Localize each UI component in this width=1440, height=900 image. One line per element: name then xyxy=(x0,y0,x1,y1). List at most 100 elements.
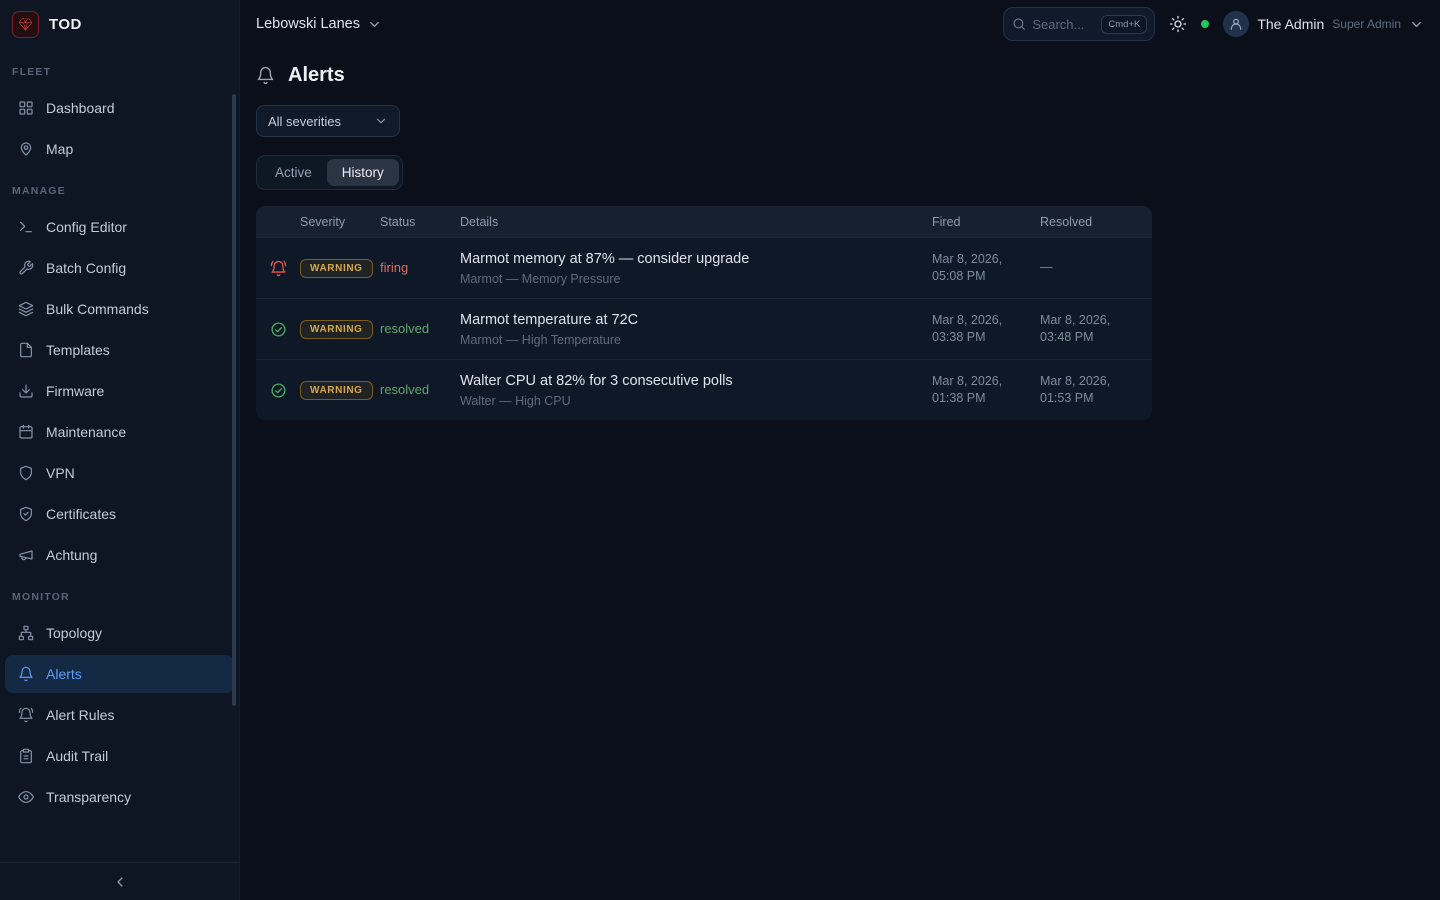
sidebar-nav: FLEET Dashboard Map MANAGE Config Editor… xyxy=(0,48,239,862)
user-name: The Admin xyxy=(1257,16,1324,32)
table-row[interactable]: WARNING resolved Marmot temperature at 7… xyxy=(256,298,1152,359)
app-logo: TOD xyxy=(0,0,239,48)
section-label-fleet: FLEET xyxy=(0,52,239,86)
severity-filter-select[interactable]: All severities xyxy=(256,105,400,137)
avatar xyxy=(1223,11,1249,37)
layers-icon xyxy=(18,301,34,317)
chevron-down-icon xyxy=(367,17,382,32)
sidebar-item-label: Config Editor xyxy=(46,219,127,235)
search-icon xyxy=(1012,17,1026,31)
column-header-resolved: Resolved xyxy=(1040,215,1152,229)
resolved-time: Mar 8, 2026, 03:48 PM xyxy=(1040,312,1152,347)
sidebar-item-label: Alerts xyxy=(46,666,82,682)
sidebar-item-templates[interactable]: Templates xyxy=(5,331,234,369)
user-icon xyxy=(1229,17,1243,31)
sidebar-item-bulk-commands[interactable]: Bulk Commands xyxy=(5,290,234,328)
bell-icon xyxy=(18,666,34,682)
alerts-page: Alerts All severities Active History Sev… xyxy=(240,48,1440,436)
topbar: Lebowski Lanes Cmd+K The Admin Super Adm… xyxy=(240,0,1440,48)
bell-alert-icon xyxy=(256,260,300,277)
sidebar-collapse-button[interactable] xyxy=(0,862,239,900)
severity-badge: WARNING xyxy=(300,381,373,400)
chevron-left-icon xyxy=(112,874,128,890)
sidebar-item-batch-config[interactable]: Batch Config xyxy=(5,249,234,287)
sidebar-scrollbar[interactable] xyxy=(232,94,236,706)
network-icon xyxy=(18,625,34,641)
sidebar-item-topology[interactable]: Topology xyxy=(5,614,234,652)
table-row[interactable]: WARNING firing Marmot memory at 87% — co… xyxy=(256,237,1152,298)
severity-badge: WARNING xyxy=(300,259,373,278)
sidebar-item-certificates[interactable]: Certificates xyxy=(5,495,234,533)
bell-icon xyxy=(256,66,275,85)
sidebar-item-label: VPN xyxy=(46,465,75,481)
alerts-tab-group: Active History xyxy=(256,155,403,190)
wrench-icon xyxy=(18,260,34,276)
file-icon xyxy=(18,342,34,358)
sidebar-item-label: Alert Rules xyxy=(46,707,114,723)
user-menu[interactable]: The Admin Super Admin xyxy=(1223,11,1424,37)
section-label-monitor: MONITOR xyxy=(0,577,239,611)
sidebar-item-transparency[interactable]: Transparency xyxy=(5,778,234,816)
sidebar-item-vpn[interactable]: VPN xyxy=(5,454,234,492)
severity-filter-value: All severities xyxy=(268,114,341,129)
shield-check-icon xyxy=(18,506,34,522)
column-header-fired: Fired xyxy=(932,215,1040,229)
user-role: Super Admin xyxy=(1332,17,1401,31)
sidebar-item-label: Batch Config xyxy=(46,260,126,276)
search-box[interactable]: Cmd+K xyxy=(1003,7,1155,41)
sidebar-item-label: Firmware xyxy=(46,383,104,399)
sidebar-item-audit-trail[interactable]: Audit Trail xyxy=(5,737,234,775)
sidebar-item-label: Maintenance xyxy=(46,424,126,440)
chevron-down-icon xyxy=(374,114,388,128)
alert-subtitle: Walter — High CPU xyxy=(460,394,916,408)
sidebar-item-label: Transparency xyxy=(46,789,131,805)
sidebar-item-dashboard[interactable]: Dashboard xyxy=(5,89,234,127)
sidebar-item-label: Dashboard xyxy=(46,100,115,116)
calendar-icon xyxy=(18,424,34,440)
sidebar-item-config-editor[interactable]: Config Editor xyxy=(5,208,234,246)
grid-icon xyxy=(18,100,34,116)
status-text: firing xyxy=(380,260,408,275)
search-input[interactable] xyxy=(1032,17,1094,32)
sidebar-item-firmware[interactable]: Firmware xyxy=(5,372,234,410)
severity-badge: WARNING xyxy=(300,320,373,339)
fired-time: Mar 8, 2026, 01:38 PM xyxy=(932,373,1040,408)
resolved-time: Mar 8, 2026, 01:53 PM xyxy=(1040,373,1152,408)
alert-title: Marmot memory at 87% — consider upgrade xyxy=(460,251,916,267)
sidebar-item-map[interactable]: Map xyxy=(5,130,234,168)
sidebar-item-label: Bulk Commands xyxy=(46,301,149,317)
sidebar-item-maintenance[interactable]: Maintenance xyxy=(5,413,234,451)
fired-time: Mar 8, 2026, 03:38 PM xyxy=(932,312,1040,347)
map-pin-icon xyxy=(18,141,34,157)
sidebar-item-achtung[interactable]: Achtung xyxy=(5,536,234,574)
status-text: resolved xyxy=(380,321,429,336)
column-header-status: Status xyxy=(380,215,460,229)
column-header-details: Details xyxy=(460,215,932,229)
column-header-severity: Severity xyxy=(300,215,380,229)
theme-toggle-button[interactable] xyxy=(1169,15,1187,33)
alert-title: Walter CPU at 82% for 3 consecutive poll… xyxy=(460,373,916,389)
sidebar-item-label: Topology xyxy=(46,625,102,641)
terminal-icon xyxy=(18,219,34,235)
tab-history[interactable]: History xyxy=(327,159,399,186)
app-name: TOD xyxy=(49,16,82,33)
logo-gem-icon xyxy=(12,11,39,38)
status-text: resolved xyxy=(380,382,429,397)
alerts-table: Severity Status Details Fired Resolved W… xyxy=(256,206,1152,420)
org-selector[interactable]: Lebowski Lanes xyxy=(256,16,382,32)
clipboard-icon xyxy=(18,748,34,764)
sidebar-item-label: Achtung xyxy=(46,547,97,563)
alert-subtitle: Marmot — High Temperature xyxy=(460,333,916,347)
tab-active[interactable]: Active xyxy=(260,159,327,186)
page-title: Alerts xyxy=(288,64,345,87)
sidebar-item-alerts[interactable]: Alerts xyxy=(5,655,234,693)
megaphone-icon xyxy=(18,547,34,563)
table-row[interactable]: WARNING resolved Walter CPU at 82% for 3… xyxy=(256,359,1152,420)
sidebar-item-alert-rules[interactable]: Alert Rules xyxy=(5,696,234,734)
download-icon xyxy=(18,383,34,399)
sidebar-item-label: Templates xyxy=(46,342,110,358)
table-header-row: Severity Status Details Fired Resolved xyxy=(256,206,1152,237)
sidebar: TOD FLEET Dashboard Map MANAGE Config Ed… xyxy=(0,0,240,900)
check-circle-icon xyxy=(256,382,300,399)
alert-title: Marmot temperature at 72C xyxy=(460,312,916,328)
